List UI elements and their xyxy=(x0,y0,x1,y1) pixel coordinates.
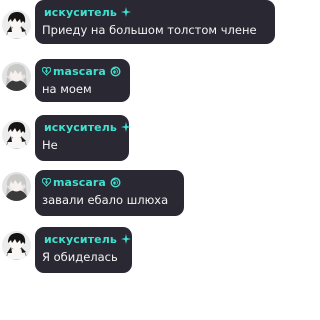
message-text: Я обиделась xyxy=(42,250,118,264)
sender-name[interactable]: искуситель xyxy=(44,233,117,246)
sender-name[interactable]: mascara xyxy=(53,176,106,189)
message-bubble: mascara на моем xyxy=(35,59,130,102)
avatar-light-hair-image xyxy=(2,62,31,91)
message-text: Не xyxy=(42,138,58,152)
spiral-badge-icon xyxy=(110,66,121,77)
avatar[interactable] xyxy=(2,231,31,260)
avatar[interactable] xyxy=(2,172,31,201)
avatar-dark-hair-image xyxy=(2,120,31,149)
sparkle-icon xyxy=(120,234,131,244)
sender-name[interactable]: искуситель xyxy=(44,6,117,19)
avatar[interactable] xyxy=(2,10,31,39)
message-bubble: искуситель Приеду на большом толстом чле… xyxy=(35,0,275,44)
avatar-light-hair-image xyxy=(2,172,31,201)
message-text: завали ебало шлюха xyxy=(42,193,169,207)
heart-cross-icon xyxy=(42,177,51,187)
sender-name[interactable]: mascara xyxy=(53,65,106,78)
spiral-badge-icon xyxy=(110,177,121,188)
avatar[interactable] xyxy=(2,120,31,149)
message-bubble: искуситель Не xyxy=(35,115,131,161)
message-text: на моем xyxy=(42,82,92,96)
avatar[interactable] xyxy=(2,62,31,91)
sparkle-icon xyxy=(120,7,131,17)
sender-name[interactable]: искуситель xyxy=(44,121,117,134)
message-bubble: искуситель Я обиделась xyxy=(35,227,132,273)
heart-cross-icon xyxy=(42,66,51,76)
avatar-dark-hair-image xyxy=(2,10,31,39)
message-text: Приеду на большом толстом члене xyxy=(42,23,257,37)
chat-log: искуситель Приеду на большом толстом чле… xyxy=(0,0,281,320)
message-bubble: mascara завали ебало шлюха xyxy=(35,170,184,216)
sparkle-icon xyxy=(120,122,131,132)
avatar-dark-hair-image xyxy=(2,231,31,260)
